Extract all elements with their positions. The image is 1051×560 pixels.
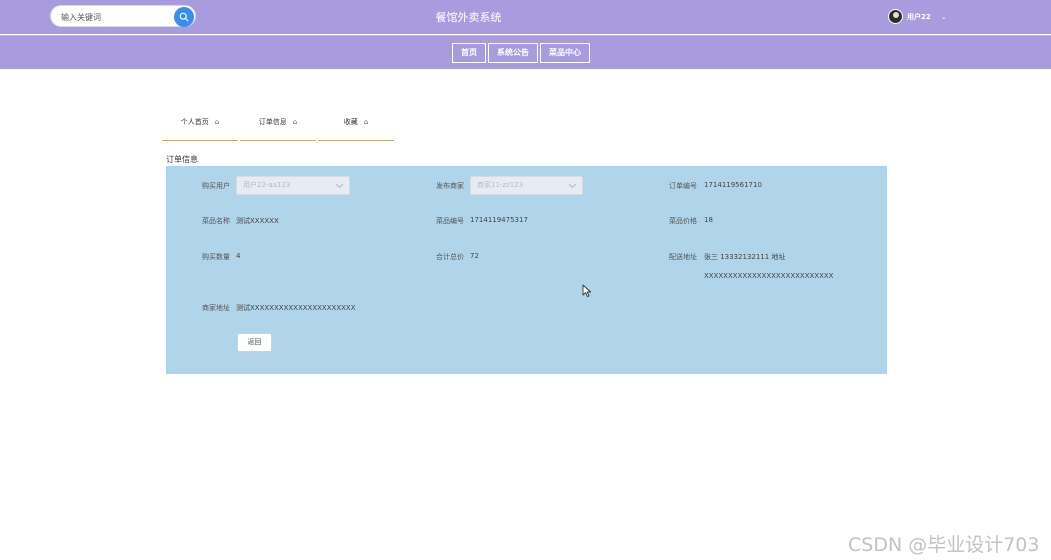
merchant-select-value: 商家11-zz123 — [477, 181, 524, 189]
total-label: 合计总价 — [436, 253, 464, 261]
section-title: 订单信息 — [166, 155, 198, 164]
tab-label: 个人首页 — [180, 118, 209, 126]
order-detail-panel: 购买用户 用户22-aa123 发布商家 商家11-zz123 订单编号 171… — [166, 166, 887, 374]
dish-name-label: 菜品名称 — [202, 217, 230, 225]
nav-item-home[interactable]: 首页 — [452, 43, 486, 63]
tab-label: 收藏 — [343, 118, 358, 126]
avatar[interactable] — [888, 9, 903, 24]
dish-no-value: 1714119475317 — [470, 216, 528, 224]
nav-bar: 首页 系统公告 菜品中心 — [0, 35, 1051, 69]
mouse-cursor-icon — [582, 284, 592, 298]
address-line-1: 张三 13332132111 地址 — [704, 253, 786, 261]
tab-order-info[interactable]: 订单信息 ⌂ — [240, 104, 316, 141]
dish-name-value: 测试XXXXXX — [236, 217, 279, 225]
home-icon: ⌂ — [292, 118, 298, 126]
price-label: 菜品价格 — [669, 217, 697, 225]
nav-menu: 首页 系统公告 菜品中心 — [452, 43, 590, 63]
merchant-select[interactable]: 商家11-zz123 — [470, 176, 583, 195]
site-title: 餐馆外卖系统 — [435, 11, 502, 24]
merchant-address-value: 测试XXXXXXXXXXXXXXXXXXXXXX — [236, 304, 356, 312]
nav-item-dish-center[interactable]: 菜品中心 — [540, 43, 590, 63]
buyer-label: 购买用户 — [202, 182, 230, 190]
nav-item-announcements[interactable]: 系统公告 — [488, 43, 538, 63]
dish-no-label: 菜品编号 — [436, 217, 464, 225]
address-label: 配送地址 — [669, 253, 697, 261]
home-icon: ⌂ — [363, 118, 369, 126]
address-line-2: XXXXXXXXXXXXXXXXXXXXXXXXXXX — [704, 272, 834, 280]
user-name[interactable]: 用户22 — [907, 12, 931, 22]
merchant-address-label: 商家地址 — [202, 304, 230, 312]
chevron-down-icon — [335, 180, 344, 189]
buyer-select-value: 用户22-aa123 — [243, 181, 291, 189]
watermark: CSDN @毕业设计703 — [848, 534, 1040, 556]
chevron-down-icon — [568, 180, 577, 189]
total-value: 72 — [470, 252, 479, 260]
qty-label: 购买数量 — [202, 253, 230, 261]
tab-label: 订单信息 — [258, 118, 287, 126]
user-menu[interactable]: 用户22 ⌄ — [888, 9, 947, 24]
order-no-value: 1714119561710 — [704, 181, 762, 189]
merchant-label: 发布商家 — [436, 182, 464, 190]
price-value: 18 — [704, 216, 713, 224]
qty-value: 4 — [236, 252, 241, 260]
chevron-down-icon[interactable]: ⌄ — [941, 13, 947, 21]
tab-favorites[interactable]: 收藏 ⌂ — [318, 104, 394, 141]
tab-personal-home[interactable]: 个人首页 ⌂ — [162, 104, 238, 141]
home-icon: ⌂ — [214, 118, 220, 126]
top-bar: 餐馆外卖系统 用户22 ⌄ — [0, 0, 1051, 34]
center-tabs: 个人首页 ⌂ 订单信息 ⌂ 收藏 ⌂ — [162, 104, 394, 141]
buyer-select[interactable]: 用户22-aa123 — [236, 176, 350, 195]
back-button[interactable]: 返回 — [237, 333, 272, 352]
order-no-label: 订单编号 — [669, 182, 697, 190]
